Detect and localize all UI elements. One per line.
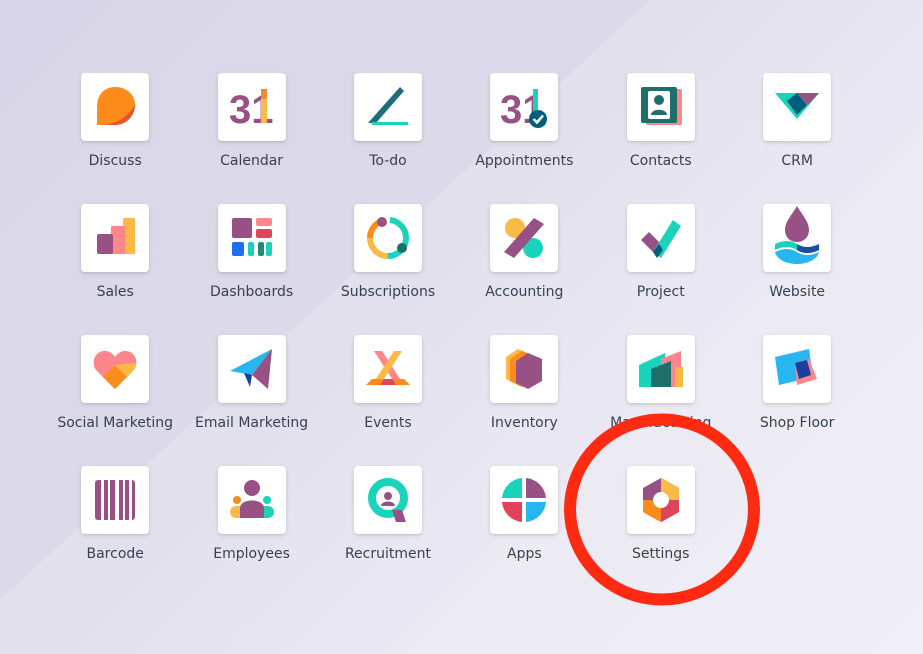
app-label: Project <box>636 284 685 300</box>
calendar-icon: 31 <box>229 88 274 132</box>
app-subscriptions[interactable]: Subscriptions <box>320 204 456 335</box>
app-label: Sales <box>96 284 134 300</box>
app-apps[interactable]: Apps <box>456 466 592 597</box>
settings-icon <box>642 478 679 522</box>
app-label: Discuss <box>88 153 142 169</box>
app-label: Calendar <box>220 153 284 169</box>
app-tile[interactable] <box>353 204 422 272</box>
sales-icon <box>97 218 136 254</box>
app-tile[interactable] <box>626 204 695 272</box>
inventory-icon <box>506 349 543 389</box>
social-marketing-icon <box>93 350 137 389</box>
crm-icon <box>775 93 820 119</box>
email-marketing-icon <box>229 349 272 389</box>
appointments-icon: 31 <box>500 88 548 132</box>
app-tile[interactable] <box>763 335 832 403</box>
app-label: Appointments <box>475 153 574 169</box>
app-tile[interactable] <box>763 73 832 141</box>
barcode-icon <box>95 480 136 520</box>
website-icon <box>775 206 820 264</box>
app-tile[interactable] <box>763 204 832 272</box>
app-label: Subscriptions <box>340 284 436 300</box>
app-tile[interactable] <box>353 73 422 141</box>
app-tile[interactable] <box>626 466 695 534</box>
contacts-icon <box>640 87 682 125</box>
app-label: Website <box>769 284 826 300</box>
events-icon <box>365 351 410 385</box>
dashboards-icon <box>231 218 272 256</box>
app-tile[interactable] <box>490 466 559 534</box>
app-tile[interactable] <box>81 204 150 272</box>
app-tile[interactable] <box>217 466 286 534</box>
app-crm[interactable]: CRM <box>729 73 865 204</box>
app-settings[interactable]: Settings <box>593 466 729 597</box>
app-manufacturing[interactable]: Manufacturing <box>593 335 729 466</box>
app-label: Social Marketing <box>57 415 174 431</box>
todo-icon <box>367 87 408 125</box>
app-label: Barcode <box>86 546 144 562</box>
app-label: Manufacturing <box>610 415 712 431</box>
app-contacts[interactable]: Contacts <box>593 73 729 204</box>
app-recruitment[interactable]: Recruitment <box>320 466 456 597</box>
subscriptions-icon <box>366 217 409 259</box>
app-label: Dashboards <box>209 284 294 300</box>
discuss-icon <box>97 87 136 125</box>
app-tile[interactable] <box>217 335 286 403</box>
app-social-marketing[interactable]: Social Marketing <box>47 335 183 466</box>
app-appointments[interactable]: 31 Appointments <box>456 73 592 204</box>
app-label: Employees <box>213 546 290 562</box>
app-accounting[interactable]: Accounting <box>456 204 592 335</box>
shop-floor-icon <box>775 349 818 385</box>
employees-icon <box>229 480 274 518</box>
app-label: To-do <box>369 153 407 169</box>
app-label: Recruitment <box>344 546 431 562</box>
manufacturing-icon <box>638 351 683 387</box>
app-calendar[interactable]: 31 Calendar <box>183 73 319 204</box>
app-label: CRM <box>781 153 813 169</box>
app-label: Contacts <box>629 153 692 169</box>
app-tile[interactable]: 31 <box>490 73 559 141</box>
app-barcode[interactable]: Barcode <box>47 466 183 597</box>
accounting-icon <box>504 218 545 258</box>
app-label: Inventory <box>490 415 558 431</box>
app-website[interactable]: Website <box>729 204 865 335</box>
project-icon <box>640 220 681 258</box>
app-tile[interactable] <box>353 466 422 534</box>
app-label: Events <box>364 415 412 431</box>
app-label: Accounting <box>485 284 564 300</box>
app-tile[interactable] <box>490 335 559 403</box>
app-label: Email Marketing <box>195 415 309 431</box>
app-label: Apps <box>507 546 542 562</box>
app-tile[interactable]: 31 <box>217 73 286 141</box>
app-project[interactable]: Project <box>593 204 729 335</box>
app-tile[interactable] <box>81 335 150 403</box>
app-tile[interactable] <box>217 204 286 272</box>
app-discuss[interactable]: Discuss <box>47 73 183 204</box>
app-events[interactable]: Events <box>320 335 456 466</box>
apps-icon <box>502 478 547 522</box>
recruitment-icon <box>367 478 408 522</box>
app-inventory[interactable]: Inventory <box>456 335 592 466</box>
app-tile[interactable] <box>81 466 150 534</box>
app-tile[interactable] <box>353 335 422 403</box>
app-sales[interactable]: Sales <box>47 204 183 335</box>
app-tile[interactable] <box>81 73 150 141</box>
app-shop-floor[interactable]: Shop Floor <box>729 335 865 466</box>
app-tile[interactable] <box>626 73 695 141</box>
app-dashboards[interactable]: Dashboards <box>183 204 319 335</box>
app-label: Shop Floor <box>759 415 835 431</box>
app-tile[interactable] <box>490 204 559 272</box>
app-tile[interactable] <box>626 335 695 403</box>
app-todo[interactable]: To-do <box>320 73 456 204</box>
app-grid: Discuss 31 Calendar To-do 31 Appointment… <box>47 73 865 597</box>
app-label: Settings <box>632 546 690 562</box>
app-email-marketing[interactable]: Email Marketing <box>183 335 319 466</box>
app-employees[interactable]: Employees <box>183 466 319 597</box>
